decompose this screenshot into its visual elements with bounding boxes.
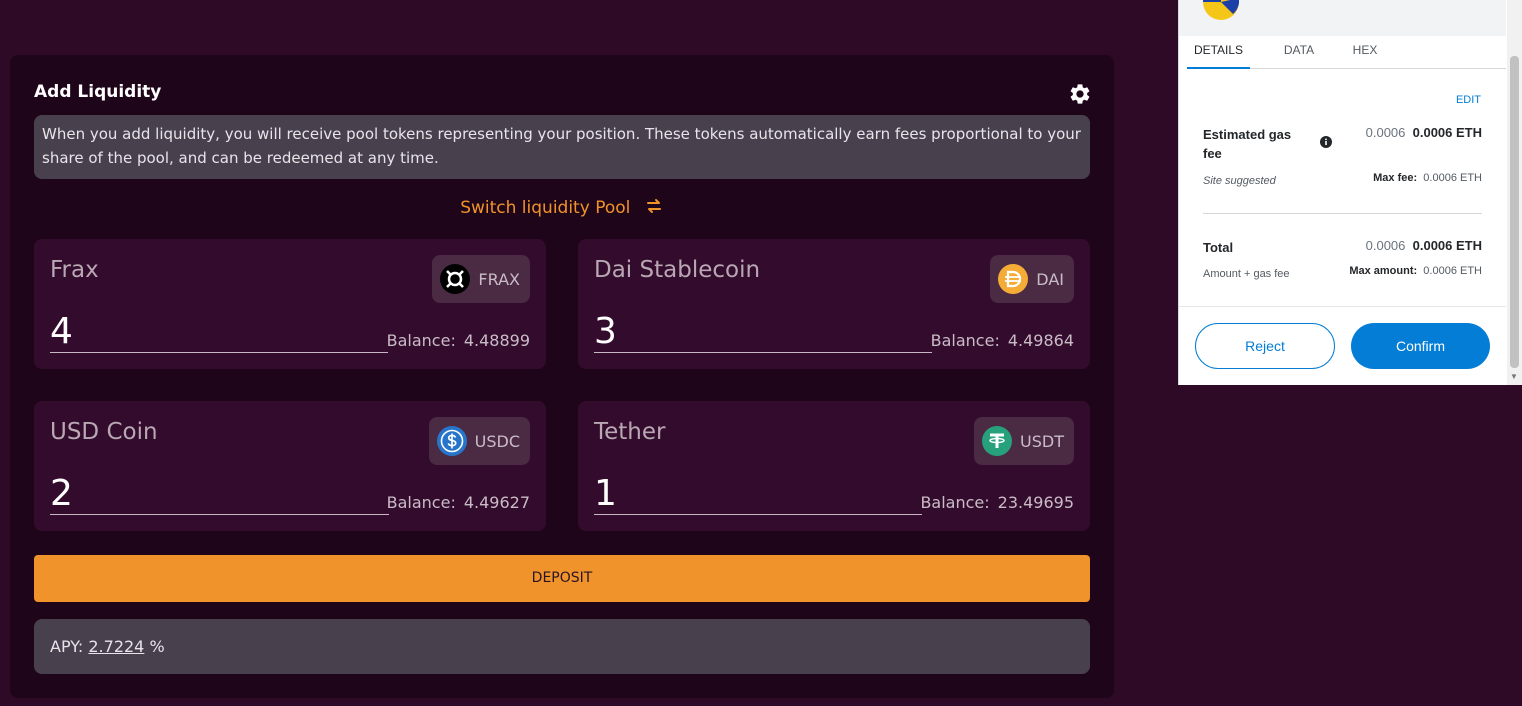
usdc-amount-input[interactable] [50,473,389,515]
tab-details[interactable]: DETAILS [1187,36,1250,69]
usdt-balance: Balance: 23.49695 [920,493,1074,512]
total-values: 0.0006 0.0006 ETH [1366,238,1482,253]
amount-gas-row: Amount + gas fee Max amount: 0.0006 ETH [1203,265,1482,280]
apy-unit: % [149,637,165,656]
settings-gear-icon[interactable] [1068,82,1092,106]
dai-icon [998,264,1029,294]
apy-label: APY: [50,637,84,656]
wallet-confirm-popup: DETAILS DATA HEX EDIT Estimated gas fee … [1178,0,1522,385]
tab-data[interactable]: DATA [1269,36,1329,69]
gas-fee-value: 0.0006 [1365,125,1406,140]
token-card-dai: Dai Stablecoin DAI Balance:4.49864 [578,239,1090,369]
total-value: 0.0006 [1365,238,1406,253]
gas-fee-eth: 0.0006 ETH [1412,125,1482,140]
frax-balance: Balance: 4.48899 [386,331,530,350]
dai-amount-input[interactable] [594,311,932,353]
token-symbol: DAI [1036,269,1064,289]
add-liquidity-panel: Add Liquidity When you add liquidity, yo… [10,55,1114,698]
frax-amount-input[interactable] [50,311,388,353]
token-symbol: USDT [1020,431,1064,451]
gas-fee-values: 0.0006 0.0006 ETH [1366,125,1482,140]
footer-divider [1179,306,1506,307]
token-select-usdc[interactable]: USDC [428,417,530,465]
scroll-down-arrow-icon[interactable]: ▼ [1510,372,1518,381]
site-suggested: Site suggested [1203,175,1276,187]
amount-gas-label: Amount + gas fee [1203,268,1290,280]
token-name: Frax [50,257,99,283]
dai-balance: Balance: 4.49864 [930,331,1074,350]
token-select-usdt[interactable]: USDT [974,417,1074,465]
total-row: Total 0.0006 0.0006 ETH [1203,238,1482,257]
info-icon[interactable] [1320,136,1332,148]
token-name: Dai Stablecoin [594,257,761,283]
token-select-frax[interactable]: FRAX [432,255,530,303]
scrollbar-thumb[interactable] [1510,56,1519,368]
gas-fee-label: Estimated gas fee [1203,127,1292,161]
frax-icon [440,264,471,294]
switch-pool-button[interactable]: Switch liquidity Pool [10,196,1114,218]
total-eth: 0.0006 ETH [1412,238,1482,253]
site-suggested-row: Site suggested Max fee: 0.0006 ETH [1203,172,1482,187]
wallet-tabs: DETAILS DATA HEX [1187,36,1506,69]
deposit-button[interactable]: DEPOSIT [34,555,1090,602]
usdc-balance: Balance: 4.49627 [386,493,530,512]
token-name: Tether [594,419,666,445]
switch-pool-label: Switch liquidity Pool [460,198,631,218]
edit-gas-link[interactable]: EDIT [1456,94,1481,106]
max-amount: Max amount: 0.0006 ETH [1349,265,1482,277]
account-avatar [1203,0,1239,20]
token-select-dai[interactable]: DAI [990,255,1074,303]
gas-fee-row: Estimated gas fee 0.0006 0.0006 ETH [1203,125,1482,165]
tab-hex[interactable]: HEX [1337,36,1393,69]
usdt-icon [982,426,1013,456]
swap-arrows-icon [646,199,661,213]
panel-title: Add Liquidity [34,82,162,102]
usdc-icon [436,426,467,456]
token-card-frax: Frax FRAX Balance:4.48899 [34,239,546,369]
max-fee: Max fee: 0.0006 ETH [1373,172,1482,184]
token-symbol: USDC [474,431,520,451]
confirm-button[interactable]: Confirm [1351,323,1490,369]
divider [1203,213,1482,214]
token-card-usdt: Tether USDT Balance:23.49695 [578,401,1090,531]
info-text: When you add liquidity, you will receive… [34,115,1090,179]
token-name: USD Coin [50,419,158,445]
apy-value[interactable]: 2.7224 [88,637,144,656]
token-card-usdc: USD Coin USDC Balance:4.49627 [34,401,546,531]
apy-display: APY: 2.7224 % [34,619,1090,674]
token-symbol: FRAX [478,269,520,289]
usdt-amount-input[interactable] [594,473,922,515]
total-label: Total [1203,240,1234,255]
reject-button[interactable]: Reject [1195,323,1335,369]
